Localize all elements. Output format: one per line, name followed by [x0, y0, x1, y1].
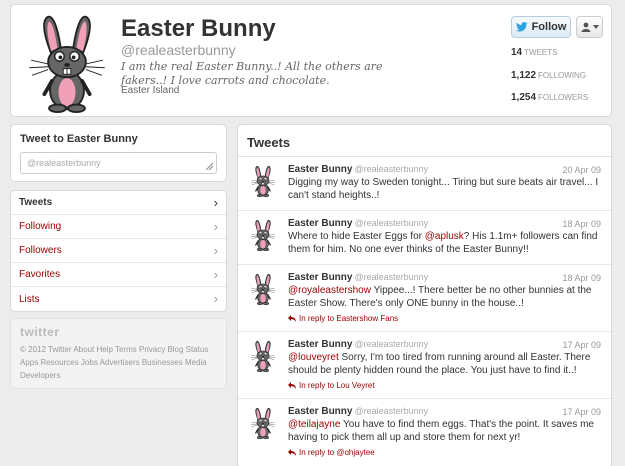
nav-item-followers[interactable]: Followers › [11, 239, 226, 263]
tweet-item[interactable]: Easter Bunny @realeasterbunny 17 Apr 09 @… [238, 332, 611, 399]
tweet-avatar[interactable] [247, 273, 279, 305]
chevron-right-icon: › [213, 194, 218, 210]
user-actions-button[interactable] [576, 16, 603, 38]
in-reply-to-label: In reply to Lou Veyret [299, 381, 375, 390]
tweet-author[interactable]: Easter Bunny @realeasterbunny [288, 272, 428, 283]
tweet-text-body: Digging my way to Sweden tonight... Tiri… [288, 177, 599, 201]
profile-header: Easter Bunny @realeasterbunny I am the r… [10, 4, 612, 117]
profile-handle: @realeasterbunny [121, 42, 236, 58]
tweet-author[interactable]: Easter Bunny @realeasterbunny [288, 218, 428, 229]
in-reply-to-label: In reply to Eastershow Fans [299, 314, 399, 323]
tweet-text: Where to hide Easter Eggs for @aplusk? H… [288, 230, 603, 256]
stat-label: FOLLOWING [538, 71, 587, 80]
nav-item-label: Followers [19, 245, 62, 256]
author-name: Easter Bunny [288, 218, 353, 229]
author-name: Easter Bunny [288, 339, 353, 350]
tweet-date[interactable]: 17 Apr 09 [562, 407, 601, 417]
stat-label: FOLLOWERS [538, 93, 589, 102]
nav-item-lists[interactable]: Lists › [11, 287, 226, 311]
chevron-right-icon: › [213, 291, 218, 306]
in-reply-to-link[interactable]: In reply to Eastershow Fans [288, 314, 398, 323]
tweet-item[interactable]: Easter Bunny @realeasterbunny 18 Apr 09 W… [238, 211, 611, 265]
mention-link[interactable]: @teilajayne [288, 419, 340, 430]
reply-arrow-icon [288, 449, 296, 456]
tweet-text-body: Where to hide Easter Eggs for [288, 231, 425, 242]
tweet-author[interactable]: Easter Bunny @realeasterbunny [288, 339, 428, 350]
tweet-avatar[interactable] [247, 219, 279, 251]
profile-nav: Tweets › Following › Followers › Favorites ›… [10, 190, 227, 312]
tweet-to-box: Tweet to Easter Bunny @realeasterbunny [10, 124, 227, 182]
follow-button[interactable]: Follow [511, 16, 571, 38]
profile-avatar[interactable] [21, 13, 113, 113]
stat-count: 1,122 [511, 70, 537, 81]
stat-tweets[interactable]: 14 TWEETS [511, 47, 557, 58]
person-icon [581, 22, 590, 32]
caret-down-icon [592, 25, 599, 29]
nav-item-label: Favorites [19, 269, 61, 280]
twitter-logo[interactable]: twitter [20, 325, 60, 339]
profile-name: Easter Bunny [121, 15, 276, 42]
reply-arrow-icon [288, 315, 296, 322]
in-reply-to-label: In reply to @ohjaytee [299, 448, 375, 457]
stat-count: 14 [511, 47, 523, 58]
stat-count: 1,254 [511, 92, 537, 103]
tweet-date[interactable]: 20 Apr 09 [562, 165, 601, 175]
in-reply-to-link[interactable]: In reply to @ohjaytee [288, 448, 375, 457]
tweet-to-input[interactable]: @realeasterbunny [20, 152, 217, 174]
resize-handle-icon[interactable] [206, 163, 213, 170]
tweet-item[interactable]: Easter Bunny @realeasterbunny 18 Apr 09 @… [238, 265, 611, 332]
tweets-timeline: Tweets Easter Bunny @realeasterbunny 20 A… [237, 124, 612, 466]
reply-arrow-icon [288, 382, 296, 389]
tweet-text: Digging my way to Sweden tonight... Tiri… [288, 176, 603, 202]
tweet-to-input-value: @realeasterbunny [27, 158, 101, 168]
author-handle: @realeasterbunny [354, 406, 429, 416]
in-reply-to-link[interactable]: In reply to Lou Veyret [288, 381, 375, 390]
tweet-avatar[interactable] [247, 407, 279, 439]
tweet-item[interactable]: Easter Bunny @realeasterbunny 17 Apr 09 @… [238, 399, 611, 466]
follow-button-label: Follow [531, 21, 567, 33]
author-handle: @realeasterbunny [354, 339, 429, 349]
tweet-date[interactable]: 18 Apr 09 [562, 219, 601, 229]
tweet-item[interactable]: Easter Bunny @realeasterbunny 20 Apr 09 D… [238, 157, 611, 211]
footer-links[interactable]: © 2012 Twitter About Help Terms Privacy … [20, 343, 220, 382]
tweet-author[interactable]: Easter Bunny @realeasterbunny [288, 406, 428, 417]
stat-followers[interactable]: 1,254 FOLLOWERS [511, 92, 588, 103]
profile-location: Easter Island [121, 85, 180, 96]
tweet-text: @louveyret Sorry, I'm too tired from run… [288, 351, 603, 377]
author-handle: @realeasterbunny [354, 272, 429, 282]
author-name: Easter Bunny [288, 164, 353, 175]
mention-link[interactable]: @aplusk [425, 231, 464, 242]
nav-item-following[interactable]: Following › [11, 215, 226, 239]
tweet-avatar[interactable] [247, 340, 279, 372]
nav-item-label: Tweets [19, 197, 53, 208]
chevron-right-icon: › [213, 218, 218, 234]
tweet-author[interactable]: Easter Bunny @realeasterbunny [288, 164, 428, 175]
stat-label: TWEETS [524, 48, 558, 57]
author-handle: @realeasterbunny [354, 164, 429, 174]
chevron-right-icon: › [213, 242, 218, 258]
tweet-avatar[interactable] [247, 165, 279, 197]
nav-item-tweets[interactable]: Tweets › [11, 191, 226, 215]
author-handle: @realeasterbunny [354, 218, 429, 228]
tweet-to-title: Tweet to Easter Bunny [20, 133, 138, 145]
profile-bio: I am the real Easter Bunny..! All the ot… [121, 60, 383, 87]
mention-link[interactable]: @louveyret [288, 352, 339, 363]
site-footer: twitter © 2012 Twitter About Help Terms … [10, 318, 227, 389]
stat-following[interactable]: 1,122 FOLLOWING [511, 70, 586, 81]
tweet-date[interactable]: 18 Apr 09 [562, 273, 601, 283]
tweet-date[interactable]: 17 Apr 09 [562, 340, 601, 350]
chevron-right-icon: › [213, 266, 218, 282]
tweet-text: @teilajayne You have to find them eggs. … [288, 418, 603, 444]
twitter-bird-icon [515, 22, 528, 32]
tweet-text: @royaleastershow Yippee...! There better… [288, 284, 603, 310]
timeline-title: Tweets [247, 135, 291, 150]
nav-item-favorites[interactable]: Favorites › [11, 263, 226, 287]
nav-item-label: Following [19, 221, 62, 232]
author-name: Easter Bunny [288, 406, 353, 417]
mention-link[interactable]: @royaleastershow [288, 285, 371, 296]
author-name: Easter Bunny [288, 272, 353, 283]
nav-item-label: Lists [19, 293, 40, 305]
